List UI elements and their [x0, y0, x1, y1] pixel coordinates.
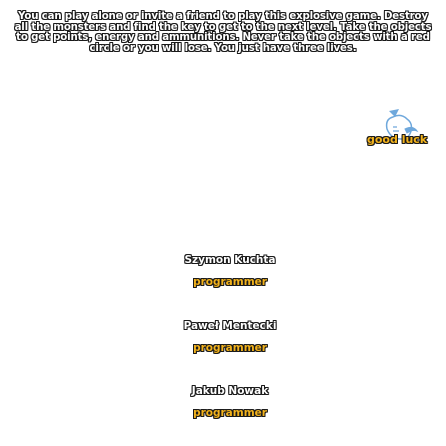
credit-entry: Paweł Mentecki programmer — [130, 320, 330, 354]
instructions-text: You can play alone or invite a friend to… — [14, 11, 432, 54]
credit-entry: Jakub Nowak programmer — [130, 385, 330, 419]
credit-role: programmer — [193, 276, 267, 288]
credit-name: Paweł Mentecki — [183, 320, 277, 332]
credit-name: Szymon Kuchta — [184, 254, 276, 266]
credit-role: programmer — [193, 342, 267, 354]
credit-entry: Szymon Kuchta programmer — [130, 254, 330, 288]
good-luck-text: good luck — [367, 133, 428, 146]
credit-name: Jakub Nowak — [191, 385, 269, 397]
credit-role: programmer — [193, 407, 267, 419]
